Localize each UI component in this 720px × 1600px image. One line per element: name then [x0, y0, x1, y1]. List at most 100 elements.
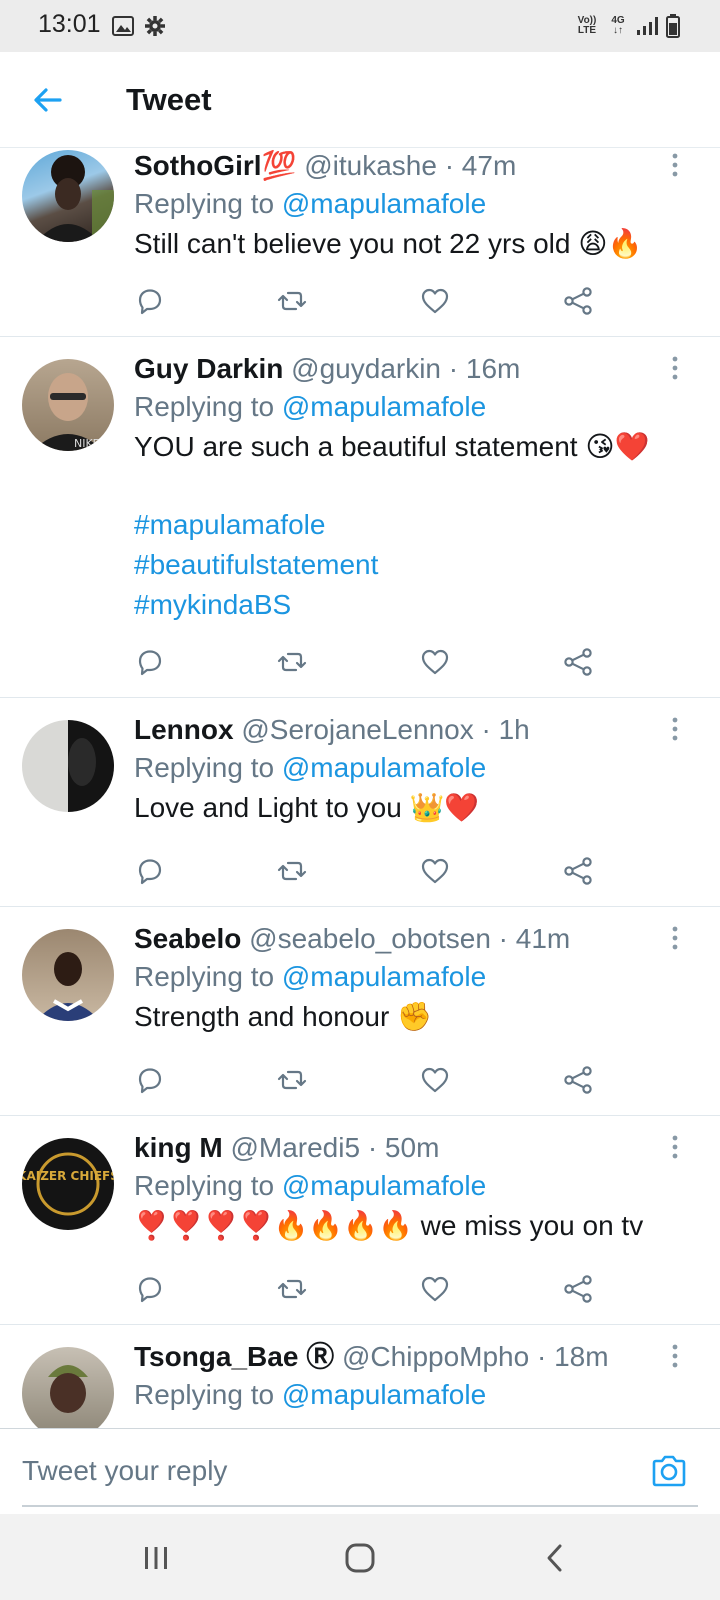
tweet-header: Guy Darkin @guydarkin · 16m [134, 351, 680, 387]
tweet-header: king M @Maredi5 · 50m [134, 1130, 680, 1166]
heart-icon[interactable] [419, 855, 451, 887]
recent-apps-icon[interactable] [140, 1542, 172, 1574]
mention-link[interactable]: @mapulamafole [282, 391, 486, 422]
reply-icon[interactable] [134, 646, 166, 678]
author-name[interactable]: Guy Darkin [134, 353, 283, 384]
reply-icon[interactable] [134, 855, 166, 887]
tweet-item[interactable]: SothoGirl💯 @itukashe · 47m Replying to @… [0, 148, 720, 337]
mention-link[interactable]: @mapulamafole [282, 752, 486, 783]
tweet-header: SothoGirl💯 @itukashe · 47m [134, 148, 680, 184]
author-handle[interactable]: @ChippoMpho [342, 1341, 529, 1372]
reply-icon[interactable] [134, 1273, 166, 1305]
gallery-notification-icon [112, 16, 134, 36]
author-handle[interactable]: @guydarkin [291, 353, 441, 384]
tweet-time: · 50m [367, 1132, 440, 1163]
heart-icon[interactable] [419, 1273, 451, 1305]
battery-icon [666, 14, 680, 38]
mention-link[interactable]: @mapulamafole [282, 1379, 486, 1410]
app-bar: Tweet [0, 52, 720, 148]
back-nav-icon[interactable] [540, 1542, 572, 1574]
replying-to: Replying to @mapulamafole [134, 1379, 487, 1410]
avatar[interactable]: KAIZER CHIEFS [22, 1138, 114, 1230]
retweet-icon[interactable] [276, 285, 308, 317]
status-time: 13:01 [38, 10, 101, 38]
tweet-item[interactable]: KAIZER CHIEFS king M @Maredi5 · 50m Repl… [0, 1116, 720, 1325]
reply-input-underline [22, 1505, 698, 1507]
mention-link[interactable]: @mapulamafole [282, 961, 486, 992]
share-icon[interactable] [562, 1064, 594, 1096]
tweet-actions [134, 855, 614, 887]
retweet-icon[interactable] [276, 1273, 308, 1305]
hashtag-link[interactable]: #mapulamafole [134, 505, 680, 545]
heart-icon[interactable] [419, 646, 451, 678]
more-vertical-icon[interactable] [668, 1343, 682, 1369]
registered-badge: Ⓡ [306, 1341, 335, 1372]
author-handle[interactable]: @SerojaneLennox [241, 714, 473, 745]
svg-text:NIKE: NIKE [74, 437, 100, 450]
replying-to: Replying to @mapulamafole [134, 752, 487, 783]
retweet-icon[interactable] [276, 1064, 308, 1096]
avatar[interactable] [22, 929, 114, 1021]
network-type-indicator: 4G ↓↑ [611, 15, 625, 36]
avatar[interactable] [22, 150, 114, 242]
home-icon[interactable] [344, 1542, 376, 1574]
author-handle[interactable]: @Maredi5 [230, 1132, 360, 1163]
more-vertical-icon[interactable] [668, 1134, 682, 1160]
heart-icon[interactable] [419, 1064, 451, 1096]
tweet-time: · 47m [444, 150, 517, 181]
hashtag-link[interactable]: #mykindaBS [134, 585, 680, 625]
reply-icon[interactable] [134, 285, 166, 317]
tweet-actions [134, 285, 614, 317]
author-name[interactable]: Seabelo [134, 923, 241, 954]
reply-input[interactable]: Tweet your reply [22, 1455, 227, 1487]
more-vertical-icon[interactable] [668, 152, 682, 178]
reply-bar: Tweet your reply [0, 1428, 720, 1514]
logo-text: KAIZER CHIEFS [22, 1169, 114, 1183]
tweet-header: Tsonga_Bae Ⓡ @ChippoMpho · 18m [134, 1339, 680, 1375]
author-handle[interactable]: @seabelo_obotsen [249, 923, 491, 954]
hashtag-link[interactable]: #beautifulstatement [134, 545, 680, 585]
tweet-text: Still can't believe you not 22 yrs old 😩… [134, 228, 643, 259]
replying-to: Replying to @mapulamafole [134, 1170, 487, 1201]
share-icon[interactable] [562, 1273, 594, 1305]
share-icon[interactable] [562, 855, 594, 887]
retweet-icon[interactable] [276, 646, 308, 678]
avatar[interactable] [22, 720, 114, 812]
retweet-icon[interactable] [276, 855, 308, 887]
author-name[interactable]: SothoGirl💯 [134, 150, 296, 181]
page-title: Tweet [126, 82, 212, 117]
avatar[interactable]: NIKE [22, 359, 114, 451]
replies-feed[interactable]: SothoGirl💯 @itukashe · 47m Replying to @… [0, 148, 720, 1428]
author-handle[interactable]: @itukashe [304, 150, 437, 181]
tweet-header: Seabelo @seabelo_obotsen · 41m [134, 921, 680, 957]
tweet-item[interactable]: Seabelo @seabelo_obotsen · 41m Replying … [0, 907, 720, 1116]
tweet-item[interactable]: Lennox @SerojaneLennox · 1h Replying to … [0, 698, 720, 907]
author-name[interactable]: Tsonga_Bae [134, 1341, 298, 1372]
author-name[interactable]: Lennox [134, 714, 234, 745]
share-icon[interactable] [562, 285, 594, 317]
camera-icon[interactable] [650, 1453, 688, 1489]
replying-to: Replying to @mapulamafole [134, 188, 487, 219]
arrow-left-icon[interactable] [30, 82, 66, 118]
signal-icon [637, 17, 658, 35]
mention-link[interactable]: @mapulamafole [282, 188, 486, 219]
tweet-text: YOU are such a beautiful statement 😘❤️ [134, 431, 650, 462]
author-name[interactable]: king M [134, 1132, 223, 1163]
more-vertical-icon[interactable] [668, 925, 682, 951]
reply-icon[interactable] [134, 1064, 166, 1096]
replying-to: Replying to @mapulamafole [134, 961, 487, 992]
tweet-actions [134, 1273, 614, 1305]
more-vertical-icon[interactable] [668, 716, 682, 742]
avatar[interactable] [22, 1347, 114, 1428]
more-vertical-icon[interactable] [668, 355, 682, 381]
heart-icon[interactable] [419, 285, 451, 317]
tweet-time: · 1h [481, 714, 530, 745]
mention-link[interactable]: @mapulamafole [282, 1170, 486, 1201]
tweet-text: ❣️❣️❣️❣️🔥🔥🔥🔥 we miss you on tv [134, 1210, 644, 1241]
share-icon[interactable] [562, 646, 594, 678]
tweet-item[interactable]: NIKE Guy Darkin @guydarkin · 16m Replyin… [0, 337, 720, 698]
tweet-actions [134, 1064, 614, 1096]
tweet-item[interactable]: Tsonga_Bae Ⓡ @ChippoMpho · 18m Replying … [0, 1325, 720, 1428]
replying-to: Replying to @mapulamafole [134, 391, 487, 422]
tweet-time: · 18m [536, 1341, 609, 1372]
